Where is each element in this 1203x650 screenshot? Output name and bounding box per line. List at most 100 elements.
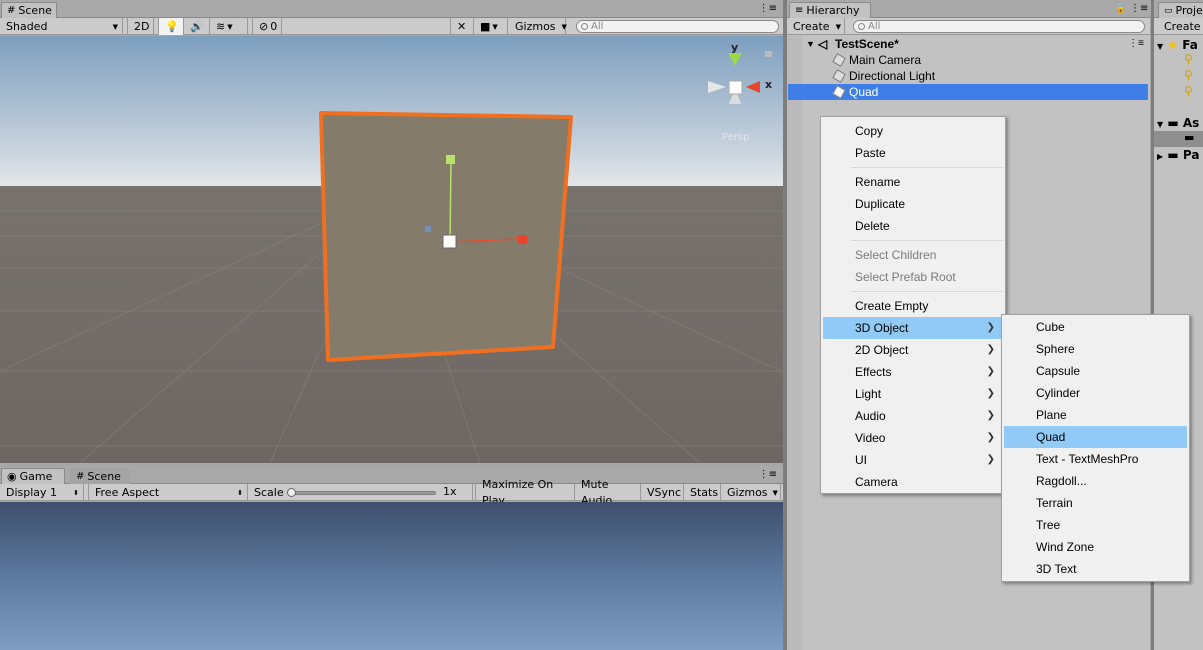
panel-menu-icon[interactable]: ⋮≡ xyxy=(759,3,777,14)
scene-row[interactable]: ▼ ◁ TestScene* ⋮≡ xyxy=(788,36,1148,52)
submenu-item-sphere[interactable]: Sphere xyxy=(1004,338,1187,360)
dropdown-arrow-icon: ▼ xyxy=(112,22,118,31)
search-icon: ⚲ xyxy=(1184,68,1193,82)
maximize-on-play-toggle[interactable]: Maximize On Play xyxy=(475,478,575,507)
vsync-toggle[interactable]: VSync xyxy=(641,484,684,501)
hierarchy-item-quad[interactable]: Quad xyxy=(788,84,1148,100)
shading-dropdown[interactable]: Shaded ▼ xyxy=(0,18,123,35)
toggle-2d-button[interactable]: 2D xyxy=(127,18,154,35)
scale-slider-thumb[interactable] xyxy=(287,488,296,497)
mute-audio-toggle[interactable]: Mute Audio xyxy=(575,478,641,507)
folder-icon: ▭ xyxy=(1164,5,1173,16)
gizmo-axis-x: x xyxy=(765,78,772,91)
foldout-arrow-icon[interactable]: ▼ xyxy=(1157,120,1163,129)
tab-scene[interactable]: # Scene xyxy=(1,2,57,18)
dropdown-arrow-icon: ▼ xyxy=(772,488,778,497)
hierarchy-item-main-camera[interactable]: Main Camera xyxy=(788,52,1148,68)
menu-item-duplicate[interactable]: Duplicate xyxy=(823,193,1003,215)
menu-item-effects[interactable]: Effects ❯ xyxy=(823,361,1003,383)
dropdown-arrow-icon: ▼ xyxy=(227,22,233,31)
menu-item-rename[interactable]: Rename xyxy=(823,171,1003,193)
submenu-item-wind-zone[interactable]: Wind Zone xyxy=(1004,536,1187,558)
menu-item-paste[interactable]: Paste xyxy=(823,142,1003,164)
tab-game[interactable]: ◉ Game xyxy=(1,468,65,484)
hidden-objects-toggle[interactable]: ⊘ 0 xyxy=(252,18,282,35)
project-create-dropdown[interactable]: Create xyxy=(1154,18,1203,35)
menu-item-camera[interactable]: Camera xyxy=(823,471,1003,493)
gizmos-label: Gizmos xyxy=(515,19,556,33)
menu-item-light[interactable]: Light ❯ xyxy=(823,383,1003,405)
stats-toggle[interactable]: Stats xyxy=(684,484,721,501)
hierarchy-item-directional-light[interactable]: Directional Light xyxy=(788,68,1148,84)
lighting-toggle[interactable]: 💡 xyxy=(158,18,184,35)
toggle-2d-label: 2D xyxy=(134,19,150,33)
gizmo-x-handle[interactable] xyxy=(518,235,527,244)
gizmo-center-handle[interactable] xyxy=(442,234,457,249)
folder-icon: ▬ xyxy=(1167,148,1179,162)
foldout-arrow-icon[interactable]: ▼ xyxy=(806,36,815,52)
scale-slider[interactable] xyxy=(287,488,436,497)
game-viewport[interactable] xyxy=(0,502,783,650)
persp-label[interactable]: Persp xyxy=(722,132,750,143)
game-gizmos-dropdown[interactable]: Gizmos ▼ xyxy=(721,484,781,501)
menu-item-label: Plane xyxy=(1036,408,1067,422)
game-gizmos-label: Gizmos xyxy=(727,485,768,499)
foldout-arrow-icon[interactable]: ▶ xyxy=(1157,152,1163,161)
game-toolbar: Display 1 ⬍ Free Aspect ⬍ Scale 1x Maxim… xyxy=(0,478,783,507)
vsync-label: VSync xyxy=(647,485,682,499)
tab-hierarchy[interactable]: ≡ Hierarchy xyxy=(789,2,871,18)
submenu-item-terrain[interactable]: Terrain xyxy=(1004,492,1187,514)
menu-item-label: Create Empty xyxy=(855,299,929,313)
display-dropdown[interactable]: Display 1 ⬍ xyxy=(0,484,84,501)
context-menu: Copy Paste Rename Duplicate Delete Selec… xyxy=(820,116,1006,494)
submenu-item-plane[interactable]: Plane xyxy=(1004,404,1187,426)
speaker-icon: 🔊 xyxy=(190,19,204,33)
submenu-item-3d-text[interactable]: 3D Text xyxy=(1004,558,1187,580)
submenu-item-tree[interactable]: Tree xyxy=(1004,514,1187,536)
submenu-item-cylinder[interactable]: Cylinder xyxy=(1004,382,1187,404)
submenu-item-cube[interactable]: Cube xyxy=(1004,316,1187,338)
submenu-item-text-textmeshpro[interactable]: Text - TextMeshPro xyxy=(1004,448,1187,470)
gizmos-dropdown[interactable]: Gizmos ▼ xyxy=(509,18,567,35)
eye-slash-icon: ⊘ xyxy=(259,19,269,33)
menu-item-3d-object[interactable]: 3D Object ❯ xyxy=(823,317,1003,339)
assets-subfolder-row[interactable]: ▬ xyxy=(1154,131,1203,147)
scene-menu-icon[interactable]: ⋮≡ xyxy=(1128,36,1144,52)
favorites-row[interactable]: ▼ ★ Fa xyxy=(1154,37,1203,53)
assets-row[interactable]: ▼ ▬ As xyxy=(1154,115,1203,131)
scene-viewport[interactable]: y x Persp xyxy=(0,36,783,463)
menu-item-copy[interactable]: Copy xyxy=(823,120,1003,142)
menu-item-video[interactable]: Video ❯ xyxy=(823,427,1003,449)
hierarchy-create-dropdown[interactable]: Create ▼ xyxy=(787,18,845,35)
packages-row[interactable]: ▶ ▬ Pa xyxy=(1154,147,1203,163)
menu-item-audio[interactable]: Audio ❯ xyxy=(823,405,1003,427)
lock-icon[interactable]: 🔒 xyxy=(1115,4,1126,14)
menu-item-create-empty[interactable]: Create Empty xyxy=(823,295,1003,317)
submenu-item-quad[interactable]: Quad xyxy=(1004,426,1187,448)
gizmo-y-handle[interactable] xyxy=(446,155,455,164)
camera-dropdown[interactable]: ■ ▼ xyxy=(474,18,508,35)
dropdown-arrow-icon: ▼ xyxy=(492,22,498,31)
effects-dropdown[interactable]: ≋ ▼ xyxy=(210,18,248,35)
audio-toggle[interactable]: 🔊 xyxy=(184,18,210,35)
search-icon: ⚲ xyxy=(1184,84,1193,98)
panel-menu-icon[interactable]: ⋮≡ xyxy=(1130,3,1148,14)
hierarchy-search-input[interactable]: All xyxy=(853,20,1145,33)
scene-search-input[interactable]: All xyxy=(576,20,779,33)
foldout-arrow-icon[interactable]: ▼ xyxy=(1157,42,1163,51)
gizmo-z-handle[interactable] xyxy=(425,226,431,232)
menu-item-delete[interactable]: Delete xyxy=(823,215,1003,237)
menu-item-label: Rename xyxy=(855,175,901,189)
panel-menu-icon[interactable]: ⋮≡ xyxy=(759,469,777,480)
submenu-item-ragdoll[interactable]: Ragdoll... xyxy=(1004,470,1187,492)
tab-project[interactable]: ▭ Proje xyxy=(1158,2,1203,18)
tools-button[interactable]: ✕ xyxy=(450,18,474,35)
menu-item-2d-object[interactable]: 2D Object ❯ xyxy=(823,339,1003,361)
aspect-dropdown[interactable]: Free Aspect ⬍ xyxy=(88,484,248,501)
lock-icon[interactable] xyxy=(765,51,772,57)
dropdown-arrow-icon: ▼ xyxy=(561,22,567,31)
tab-scene-2[interactable]: # Scene xyxy=(70,468,130,484)
submenu-item-capsule[interactable]: Capsule xyxy=(1004,360,1187,382)
menu-item-ui[interactable]: UI ❯ xyxy=(823,449,1003,471)
scene-toolbar: Shaded ▼ 2D 💡 🔊 ≋ ▼ ⊘ 0 ✕ ■ ▼ Gizmos ▼ A… xyxy=(0,18,783,35)
